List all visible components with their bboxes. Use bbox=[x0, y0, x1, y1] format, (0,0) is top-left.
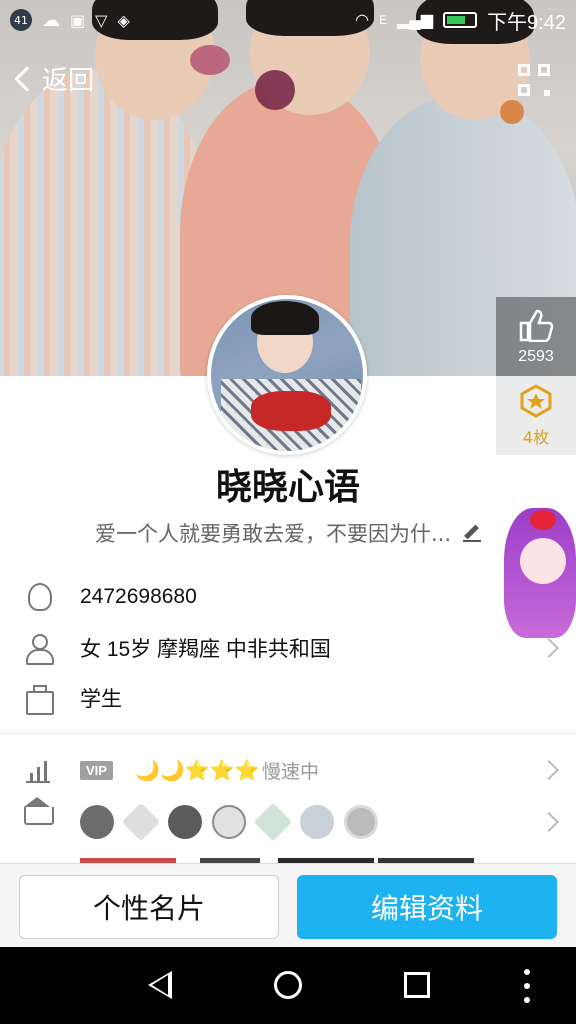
medal-count: 4枚 bbox=[522, 427, 550, 447]
chevron-right-icon bbox=[539, 638, 559, 658]
lightning-icon bbox=[344, 805, 378, 839]
qq-number-row: 2472698680 bbox=[0, 572, 576, 622]
briefcase-icon bbox=[24, 683, 54, 715]
vip-badge: VIP bbox=[80, 760, 113, 780]
qq-penguin-icon bbox=[28, 583, 52, 611]
nav-recents-icon[interactable] bbox=[404, 972, 430, 998]
nav-home-icon[interactable] bbox=[274, 971, 302, 999]
divider bbox=[0, 733, 576, 734]
cover-person-left bbox=[0, 70, 210, 376]
thumbs-up-icon bbox=[519, 309, 554, 342]
avatar-roses bbox=[251, 391, 331, 431]
clock: 下午9:42 bbox=[487, 11, 566, 34]
cover-flower bbox=[190, 45, 230, 75]
wifi-icon: ◠ bbox=[355, 12, 370, 29]
penguin-icon bbox=[80, 805, 114, 839]
screen-icon: ▣ bbox=[70, 10, 86, 30]
medal-button[interactable]: 4枚 bbox=[496, 376, 576, 455]
user-icon bbox=[24, 633, 54, 665]
security-icon: ◈ bbox=[117, 10, 130, 30]
personal-card-button[interactable]: 个性名片 bbox=[19, 875, 279, 939]
diamond-icon bbox=[121, 802, 161, 842]
avatar[interactable] bbox=[207, 295, 367, 455]
personal-details: 女 15岁 摩羯座 中非共和国 bbox=[80, 638, 331, 661]
crown-icon bbox=[24, 797, 54, 825]
privilege-icons bbox=[80, 802, 378, 842]
nav-more-icon[interactable] bbox=[524, 969, 530, 1003]
profile-name: 晓晓心语 bbox=[215, 467, 360, 508]
signature-text: 爱一个人就要勇敢去爱，不要因为什... bbox=[94, 522, 452, 546]
chevron-left-icon bbox=[14, 65, 40, 92]
notification-badge: 41 bbox=[10, 9, 32, 31]
system-nav-bar bbox=[0, 947, 576, 1024]
level-icons: 🌙🌙⭐⭐⭐ bbox=[135, 758, 260, 782]
cover-flower bbox=[255, 70, 295, 110]
cover-flower bbox=[500, 100, 524, 124]
level-up-icon bbox=[24, 755, 54, 785]
cloud-icon bbox=[212, 805, 246, 839]
back-label: 返回 bbox=[42, 66, 95, 96]
battery-icon bbox=[443, 12, 478, 28]
signal-icon: ▂▄▆ bbox=[397, 12, 434, 29]
like-button[interactable]: 2593 bbox=[496, 297, 576, 376]
qr-code-icon[interactable] bbox=[518, 64, 550, 96]
edit-profile-button[interactable]: 编辑资料 bbox=[297, 875, 557, 939]
edit-icon[interactable] bbox=[463, 524, 482, 542]
signature[interactable]: 爱一个人就要勇敢去爱，不要因为什... bbox=[0, 518, 576, 548]
vip-status: 慢速中 bbox=[262, 760, 320, 783]
network-type: E bbox=[379, 13, 388, 27]
occupation-row: 学生 bbox=[0, 673, 576, 723]
chevron-right-icon bbox=[539, 760, 559, 780]
occupation: 学生 bbox=[80, 688, 122, 711]
personal-details-row[interactable]: 女 15岁 摩羯座 中非共和国 bbox=[0, 623, 576, 673]
bottom-action-bar: 个性名片 编辑资料 bbox=[0, 863, 576, 947]
star-icon bbox=[300, 805, 334, 839]
weather-icon: ☁ bbox=[42, 9, 60, 31]
penguin-star-icon bbox=[168, 805, 202, 839]
back-button[interactable]: 返回 bbox=[14, 60, 95, 97]
chevron-right-icon bbox=[539, 812, 559, 832]
vip-row[interactable]: VIP 🌙🌙⭐⭐⭐ 慢速中 bbox=[0, 745, 576, 795]
nav-back-icon[interactable] bbox=[148, 971, 172, 999]
status-bar: 41 ☁ ▣ ▽ ◈ ◠ E ▂▄▆ 下午9:42 bbox=[0, 0, 576, 40]
privileges-row[interactable] bbox=[0, 797, 576, 847]
qq-number: 2472698680 bbox=[80, 585, 197, 608]
medal-icon bbox=[520, 383, 552, 418]
avatar-hair bbox=[251, 301, 319, 335]
sticker-bow bbox=[530, 510, 556, 530]
green-diamond-icon bbox=[253, 802, 293, 842]
shield-icon: ▽ bbox=[95, 10, 108, 30]
like-count: 2593 bbox=[518, 347, 554, 365]
